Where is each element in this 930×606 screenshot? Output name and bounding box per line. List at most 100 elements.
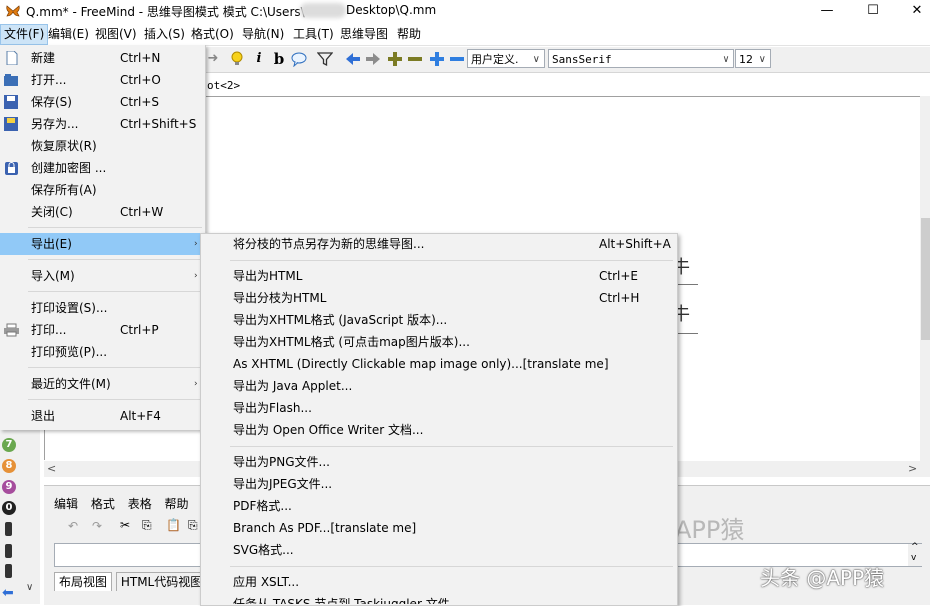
export-menu-label: SVG格式... — [233, 543, 294, 557]
font-combo[interactable]: SansSerif ∨ — [548, 49, 734, 68]
export-java-applet[interactable]: 导出为 Java Applet... — [201, 375, 675, 397]
bold-icon[interactable]: b — [271, 51, 287, 67]
tab-html-code-view[interactable]: HTML代码视图 — [115, 572, 208, 591]
minus-blue-icon[interactable] — [449, 51, 465, 67]
export-branch-pdf[interactable]: Branch As PDF...[translate me] — [201, 517, 675, 539]
menu-navigate[interactable]: 导航(N) — [242, 24, 284, 45]
watermark-app: APP猿 — [675, 516, 745, 544]
export-menu-label: 导出为XHTML格式 (可点击map图片版本)... — [233, 335, 470, 349]
map-tab[interactable]: ot<2> — [207, 79, 240, 92]
file-menu-shortcut: Ctrl+S — [120, 95, 160, 109]
export-branch-html[interactable]: 导出分枝为HTML Ctrl+H — [201, 287, 675, 309]
export-jpeg[interactable]: 导出为JPEG文件... — [201, 473, 675, 495]
tab-layout-view[interactable]: 布局视图 — [54, 572, 113, 591]
file-menu-save-all[interactable]: 保存所有(A) — [0, 179, 205, 201]
file-menu-label: 新建 — [31, 51, 56, 65]
redo-icon[interactable]: ↷ — [92, 519, 102, 533]
scroll-right-icon[interactable]: > — [908, 462, 917, 475]
minimize-button[interactable]: — — [804, 0, 850, 22]
close-button[interactable]: ✕ — [894, 0, 930, 22]
chevron-down-icon[interactable]: v — [911, 553, 916, 563]
export-taskjuggler[interactable]: 任务从 TASKS 节点到 Taskjuggler 文件 — [201, 593, 675, 604]
number-8-icon[interactable]: 8 — [2, 459, 16, 473]
arrow-right-icon[interactable] — [365, 51, 381, 67]
menu-insert[interactable]: 插入(S) — [144, 24, 185, 45]
paste-special-icon[interactable]: ⎘ — [188, 518, 198, 533]
export-svg[interactable]: SVG格式... — [201, 539, 675, 561]
arrow-right-gray-icon[interactable]: ➜ — [205, 51, 221, 67]
file-menu-recent-files[interactable]: 最近的文件(M) › — [0, 373, 205, 395]
file-menu-print[interactable]: 打印... Ctrl+P — [0, 319, 205, 341]
file-menu-exit[interactable]: 退出 Alt+F4 — [0, 405, 205, 427]
plus-olive-icon[interactable] — [387, 51, 403, 67]
export-xhtml-clickable-map[interactable]: 导出为XHTML格式 (可点击map图片版本)... — [201, 331, 675, 353]
number-7-icon[interactable]: 7 — [2, 438, 16, 452]
back-arrow-icon[interactable]: ⬅ — [2, 585, 14, 601]
file-menu-create-encrypted[interactable]: 创建加密图 ... — [0, 157, 205, 179]
file-menu-label: 打印预览(P)... — [31, 345, 108, 359]
copy-icon[interactable]: ⎘ — [142, 518, 152, 533]
paste-icon[interactable]: 📋 — [166, 518, 181, 532]
file-menu-save-as[interactable]: 另存为... Ctrl+Shift+S — [0, 113, 205, 135]
font-size-combo[interactable]: 12 ∨ — [735, 49, 771, 68]
export-html[interactable]: 导出为HTML Ctrl+E — [201, 265, 675, 287]
export-branch-as-new-map[interactable]: 将分枝的节点另存为新的思维导图... Alt+Shift+A — [201, 233, 675, 255]
menu-file[interactable]: 文件(F) — [0, 24, 49, 45]
export-openoffice-writer[interactable]: 导出为 Open Office Writer 文档... — [201, 419, 675, 441]
menu-format[interactable]: 格式(O) — [191, 24, 234, 45]
speech-bubble-icon[interactable] — [291, 51, 307, 68]
file-menu-save[interactable]: 保存(S) Ctrl+S — [0, 91, 205, 113]
menu-tools[interactable]: 工具(T) — [293, 24, 334, 45]
watermark-toutiao: 头条 @APP猿 — [760, 566, 885, 590]
export-xhtml-direct-clickable[interactable]: As XHTML (Directly Clickable map image o… — [201, 353, 675, 375]
export-flash[interactable]: 导出为Flash... — [201, 397, 675, 419]
export-pdf[interactable]: PDF格式... — [201, 495, 675, 517]
file-menu-print-preview[interactable]: 打印预览(P)... — [0, 341, 205, 363]
menu-separator — [230, 260, 673, 261]
plus-blue-icon[interactable] — [429, 51, 445, 67]
file-menu-print-setup[interactable]: 打印设置(S)... — [0, 297, 205, 319]
notes-editor-scrollbar[interactable]: ^ v — [908, 542, 922, 566]
stoplight-green-icon[interactable] — [5, 564, 12, 578]
file-menu-import[interactable]: 导入(M) › — [0, 265, 205, 287]
menu-separator — [28, 367, 202, 368]
export-apply-xslt[interactable]: 应用 XSLT... — [201, 571, 675, 593]
cut-icon[interactable]: ✂ — [120, 518, 130, 532]
number-0-icon[interactable]: 0 — [2, 501, 16, 515]
minus-olive-icon[interactable] — [407, 51, 423, 67]
stoplight-red-icon[interactable] — [5, 522, 12, 536]
notes-menu-edit[interactable]: 编辑 — [54, 497, 78, 511]
stoplight-yellow-icon[interactable] — [5, 544, 12, 558]
info-icon[interactable]: i — [251, 51, 267, 67]
bulb-icon[interactable] — [229, 51, 245, 67]
menu-view[interactable]: 视图(V) — [95, 24, 137, 45]
export-png[interactable]: 导出为PNG文件... — [201, 451, 675, 473]
vertical-scrollbar-thumb[interactable] — [921, 218, 930, 340]
left-canvas-area — [44, 430, 201, 460]
file-menu-new[interactable]: 新建 Ctrl+N — [0, 47, 205, 69]
save-disk-icon — [4, 95, 18, 109]
arrow-left-icon[interactable] — [345, 51, 361, 67]
number-9-icon[interactable]: 9 — [2, 480, 16, 494]
scroll-left-icon[interactable]: < — [47, 462, 56, 475]
menu-help[interactable]: 帮助 — [397, 24, 421, 45]
filter-icon[interactable] — [316, 51, 334, 67]
file-menu-revert[interactable]: 恢复原状(R) — [0, 135, 205, 157]
file-menu-export[interactable]: 导出(E) › — [0, 233, 205, 255]
undo-icon[interactable]: ↶ — [68, 519, 78, 533]
file-menu-open[interactable]: 打开... Ctrl+O — [0, 69, 205, 91]
export-xhtml-javascript[interactable]: 导出为XHTML格式 (JavaScript 版本)... — [201, 309, 675, 331]
export-menu-label: 导出为PNG文件... — [233, 455, 330, 469]
style-combo[interactable]: 用户定义. ∨ — [467, 49, 545, 68]
notes-menu-format[interactable]: 格式 — [91, 497, 115, 511]
maximize-button[interactable]: ☐ — [850, 0, 896, 22]
export-menu-label: Branch As PDF...[translate me] — [233, 521, 417, 535]
notes-menu-help[interactable]: 帮助 — [165, 497, 189, 511]
chevron-up-icon[interactable]: ^ — [911, 542, 919, 552]
file-menu-close[interactable]: 关闭(C) Ctrl+W — [0, 201, 205, 223]
strip-chevron-icon[interactable]: ∨ — [26, 582, 33, 593]
menu-edit[interactable]: 编辑(E) — [48, 24, 89, 45]
file-menu-shortcut: Ctrl+W — [120, 205, 164, 219]
notes-menu-table[interactable]: 表格 — [128, 497, 152, 511]
menu-mindmap[interactable]: 思维导图 — [340, 24, 388, 45]
